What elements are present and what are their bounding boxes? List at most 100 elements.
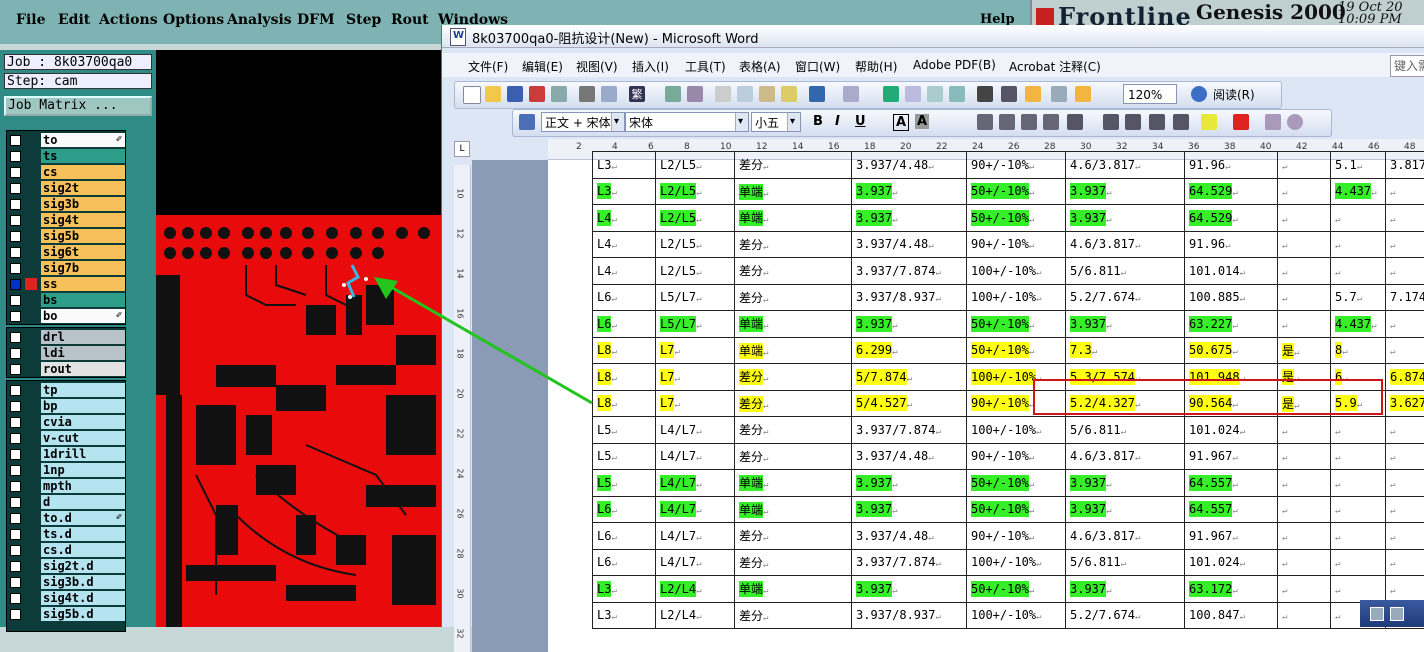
layer-row-1drill[interactable]: 1drill	[7, 447, 125, 462]
insert-table-icon[interactable]	[927, 86, 943, 102]
table-cell[interactable]: 3.937↵	[1066, 311, 1185, 338]
font-size-select[interactable]: 小五	[751, 112, 801, 132]
traditional-chinese-icon[interactable]: 繁	[629, 86, 645, 102]
table-cell[interactable]: 是↵	[1278, 337, 1331, 364]
layer-row-sig7b[interactable]: sig7b	[7, 261, 125, 276]
table-cell[interactable]: 6.299↵	[852, 337, 967, 364]
font-select[interactable]: 宋体	[625, 112, 749, 132]
layer-checkbox[interactable]	[10, 449, 21, 460]
table-cell[interactable]: ↵	[1386, 496, 1424, 523]
layer-name[interactable]: bs	[41, 293, 125, 307]
table-cell[interactable]: ↵	[1278, 602, 1331, 629]
table-cell[interactable]: 单端↵	[735, 178, 852, 205]
table-cell[interactable]: ↵	[1331, 496, 1386, 523]
table-cell[interactable]: L2/L5↵	[656, 231, 735, 258]
table-cell[interactable]: L6↵	[593, 311, 656, 338]
layer-row-to[interactable]: to✐	[7, 133, 125, 148]
help-icon[interactable]	[1191, 86, 1207, 102]
layer-name[interactable]: 1np	[41, 463, 125, 477]
table-cell[interactable]: 3.937↵	[1066, 576, 1185, 603]
layer-row-bp[interactable]: bp	[7, 399, 125, 414]
tray-status-icon[interactable]	[1390, 607, 1404, 621]
table-cell[interactable]: L4↵	[593, 205, 656, 232]
table-cell[interactable]: ↵	[1386, 443, 1424, 470]
layer-checkbox[interactable]	[10, 433, 21, 444]
layer-name[interactable]: tp	[41, 383, 125, 397]
layer-checkbox[interactable]	[10, 513, 21, 524]
layer-row-sig4t[interactable]: sig4t	[7, 213, 125, 228]
layer-row-cs.d[interactable]: cs.d	[7, 543, 125, 558]
table-cell[interactable]: ↵	[1278, 443, 1331, 470]
table-cell[interactable]: ↵	[1331, 258, 1386, 285]
table-cell[interactable]: L4↵	[593, 231, 656, 258]
table-cell[interactable]: 91.967↵	[1185, 523, 1278, 550]
table-cell[interactable]: 5/6.811↵	[1066, 417, 1185, 444]
table-cell[interactable]: 3.937/4.48↵	[852, 231, 967, 258]
table-cell[interactable]: 6.874↵	[1386, 364, 1424, 391]
table-cell[interactable]: 91.967↵	[1185, 443, 1278, 470]
table-cell[interactable]: 50+/-10%↵	[967, 205, 1066, 232]
table-cell[interactable]: ↵	[1278, 258, 1331, 285]
layer-checkbox[interactable]	[10, 311, 21, 322]
table-cell[interactable]: 64.557↵	[1185, 496, 1278, 523]
table-cell[interactable]: ↵	[1278, 470, 1331, 497]
table-cell[interactable]: 5.2/7.674↵	[1066, 284, 1185, 311]
table-cell[interactable]: 100+/-10%↵	[967, 417, 1066, 444]
layer-row-sig2t.d[interactable]: sig2t.d	[7, 559, 125, 574]
table-cell[interactable]: ↵	[1331, 549, 1386, 576]
table-cell[interactable]: 5.7↵	[1331, 284, 1386, 311]
layer-checkbox[interactable]	[10, 279, 21, 290]
copy-icon[interactable]	[737, 86, 753, 102]
table-cell[interactable]: ↵	[1331, 205, 1386, 232]
table-cell[interactable]: L3↵	[593, 178, 656, 205]
table-cell[interactable]: 3.937↵	[852, 470, 967, 497]
layer-row-rout[interactable]: rout	[7, 362, 125, 377]
table-cell[interactable]: L2/L5↵	[656, 152, 735, 179]
layer-name[interactable]: to.d✐	[41, 511, 125, 525]
table-cell[interactable]: 3.937/7.874↵	[852, 417, 967, 444]
table-cell[interactable]: ↵	[1278, 152, 1331, 179]
print-icon[interactable]	[579, 86, 595, 102]
job-matrix-button[interactable]: Job Matrix ...	[4, 96, 152, 116]
table-cell[interactable]: 101.024↵	[1185, 549, 1278, 576]
italic-icon[interactable]: I	[835, 114, 840, 129]
table-cell[interactable]: 3.937↵	[852, 178, 967, 205]
table-cell[interactable]: L8↵	[593, 390, 656, 417]
table-cell[interactable]: 差分↵	[735, 284, 852, 311]
table-cell[interactable]: 单端↵	[735, 496, 852, 523]
layer-checkbox[interactable]	[10, 199, 21, 210]
table-cell[interactable]: L3↵	[593, 602, 656, 629]
layer-name[interactable]: sig2t.d	[41, 559, 125, 573]
columns-icon[interactable]	[977, 86, 993, 102]
layer-row-drl[interactable]: drl	[7, 330, 125, 345]
table-cell[interactable]: L6↵	[593, 523, 656, 550]
layer-row-sig5b[interactable]: sig5b	[7, 229, 125, 244]
table-cell[interactable]: 100.885↵	[1185, 284, 1278, 311]
table-cell[interactable]: 3.937/8.937↵	[852, 284, 967, 311]
research-icon[interactable]	[687, 86, 703, 102]
table-cell[interactable]: 3.937↵	[852, 205, 967, 232]
layer-row-sig3b.d[interactable]: sig3b.d	[7, 575, 125, 590]
table-cell[interactable]: ↵	[1278, 576, 1331, 603]
table-cell[interactable]: ↵	[1278, 417, 1331, 444]
layer-name[interactable]: bp	[41, 399, 125, 413]
table-cell[interactable]: 3.937↵	[852, 311, 967, 338]
char-shading-icon[interactable]: A	[915, 114, 929, 129]
table-cell[interactable]: 3.937/4.48↵	[852, 443, 967, 470]
permission-icon[interactable]	[529, 86, 545, 102]
layer-row-ts.d[interactable]: ts.d	[7, 527, 125, 542]
layer-checkbox[interactable]	[10, 529, 21, 540]
layer-checkbox[interactable]	[10, 497, 21, 508]
table-cell[interactable]: 5/7.874↵	[852, 364, 967, 391]
layer-checkbox[interactable]	[10, 183, 21, 194]
table-cell[interactable]: ↵	[1386, 178, 1424, 205]
styles-pane-icon[interactable]	[519, 114, 535, 130]
table-cell[interactable]: 差分↵	[735, 152, 852, 179]
layer-name[interactable]: rout	[41, 362, 125, 376]
layer-checkbox[interactable]	[10, 263, 21, 274]
layer-name[interactable]: sig4t	[41, 213, 125, 227]
layer-checkbox[interactable]	[10, 609, 21, 620]
layer-name[interactable]: ldi	[41, 346, 125, 360]
table-cell[interactable]: 7.174↵	[1386, 284, 1424, 311]
ask-question-box[interactable]: 键入需	[1390, 55, 1424, 77]
